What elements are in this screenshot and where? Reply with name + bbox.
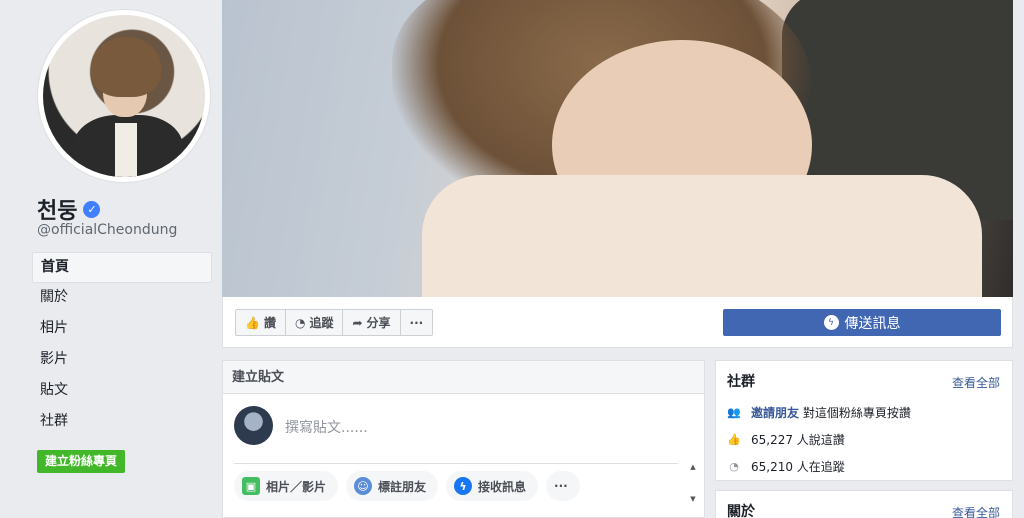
more-label: ··· [409,315,424,330]
nav-item-photos[interactable]: 相片 [32,314,212,345]
page-username[interactable]: @officialCheondung [37,222,177,238]
more-options-button[interactable]: ··· [546,471,580,501]
scroll-down-icon[interactable]: ▼ [687,495,699,503]
get-messages-label: 接收訊息 [478,479,527,494]
more-actions-button[interactable]: ··· [401,310,433,335]
photo-video-label: 相片／影片 [266,479,327,494]
post-options: ▣ 相片／影片 ☺ 標註朋友 ϟ 接收訊息 ··· [234,471,580,501]
tag-friends-button[interactable]: ☺ 標註朋友 [346,471,439,501]
follow-label: 追蹤 [309,316,334,330]
tag-friends-label: 標註朋友 [378,479,427,494]
scrollbar[interactable]: ▲ ▼ [687,463,699,513]
get-messages-button[interactable]: ϟ 接收訊息 [446,471,539,501]
nav-item-posts[interactable]: 貼文 [32,376,212,407]
invite-friends-row: 👥 邀請朋友 對這個粉絲專頁按讚 [727,404,911,421]
photo-video-button[interactable]: ▣ 相片／影片 [234,471,339,501]
share-arrow-icon: ➦ [352,315,363,330]
profile-photo-image [43,15,205,177]
create-page-button[interactable]: 建立粉絲專頁 [37,450,126,473]
avatar [234,406,273,445]
share-label: 分享 [366,316,391,330]
post-composer-input[interactable]: 撰寫貼文...... [285,417,368,437]
community-panel: 社群 查看全部 👥 邀請朋友 對這個粉絲專頁按讚 👍 65,227 人說這讚 ◔… [715,360,1013,481]
people-icon: 👥 [727,406,741,419]
about-see-all-link[interactable]: 查看全部 [952,504,1000,518]
community-see-all-link[interactable]: 查看全部 [952,374,1000,391]
likes-count: 65,227 人說這讚 [751,433,845,447]
community-title: 社群 [727,374,755,390]
page-action-buttons: 👍 讚 ◔ 追蹤 ➦ 分享 ··· [235,309,434,336]
nav-item-videos[interactable]: 影片 [32,345,212,376]
page-title: 천둥 ✓ [37,193,101,225]
like-button[interactable]: 👍 讚 [236,310,286,335]
rss-follow-icon: ◔ [294,315,306,330]
invite-friends-text: 對這個粉絲專頁按讚 [802,406,911,420]
nav-item-community[interactable]: 社群 [32,407,212,438]
rss-follow-icon: ◔ [729,460,739,473]
scroll-up-icon[interactable]: ▲ [687,463,699,471]
follows-count: 65,210 人在追蹤 [751,460,845,474]
follows-row: ◔ 65,210 人在追蹤 [727,458,845,475]
create-post-panel: 建立貼文 撰寫貼文...... ▣ 相片／影片 ☺ 標註朋友 ϟ 接收訊息 ··… [222,360,705,518]
invite-friends-link[interactable]: 邀請朋友 [751,406,799,420]
likes-row: 👍 65,227 人說這讚 [727,431,845,448]
messenger-icon: ϟ [454,477,473,495]
about-title: 關於 [727,504,755,518]
nav-item-about[interactable]: 關於 [32,283,212,314]
send-message-label: 傳送訊息 [844,315,901,332]
page-action-bar: 👍 讚 ◔ 追蹤 ➦ 分享 ··· ϟ 傳送訊息 [222,297,1013,348]
divider [234,463,678,464]
page-nav: 首頁 關於 相片 影片 貼文 社群 [32,252,212,438]
nav-item-home[interactable]: 首頁 [32,252,212,283]
send-message-button[interactable]: ϟ 傳送訊息 [723,309,1001,336]
messenger-icon: ϟ [823,315,839,330]
page-name-text: 천둥 [37,199,78,224]
like-label: 讚 [263,316,276,330]
verified-badge-icon: ✓ [83,200,101,218]
follow-button[interactable]: ◔ 追蹤 [286,310,344,335]
about-panel: 關於 查看全部 [715,490,1013,518]
photo-icon: ▣ [242,477,260,495]
thumbs-up-icon: 👍 [245,315,260,330]
cover-photo[interactable] [222,0,1013,297]
share-button[interactable]: ➦ 分享 [343,310,401,335]
profile-picture[interactable] [38,10,210,182]
tag-friends-icon: ☺ [354,477,373,495]
thumbs-up-icon: 👍 [727,433,741,446]
more-options-label: ··· [554,479,568,493]
create-post-title: 建立貼文 [223,361,704,394]
